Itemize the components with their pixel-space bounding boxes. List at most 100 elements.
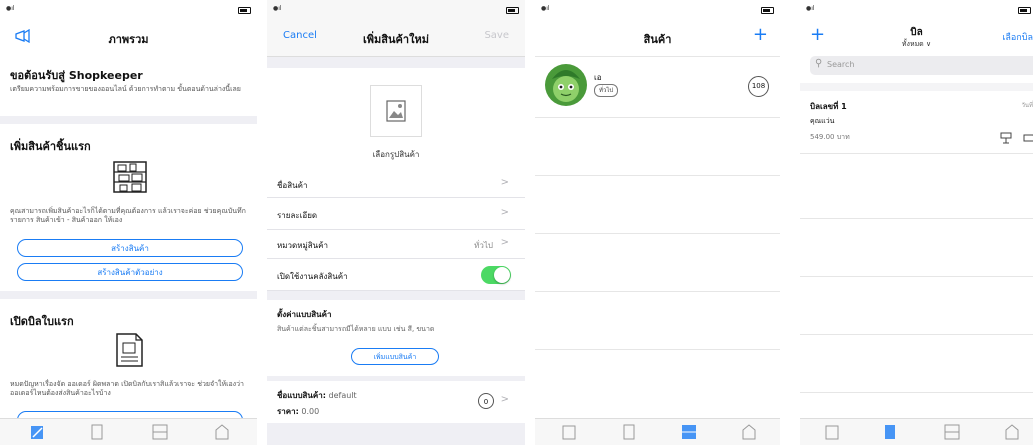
section-divider bbox=[0, 116, 257, 124]
enable-stock-row: เปิดใช้งานคลังสินค้า bbox=[267, 259, 525, 291]
select-bill-button[interactable]: เลือกบิล bbox=[1002, 30, 1033, 44]
product-category-tag: ทั่วไป bbox=[594, 84, 619, 97]
products-screen: ●ıl สินค้า + เอ ทั่วไป 108 bbox=[535, 0, 780, 445]
chevron-right-icon: > bbox=[500, 177, 509, 188]
add-product-button[interactable]: + bbox=[753, 24, 768, 45]
signal-icon: ●ıl bbox=[541, 5, 550, 12]
create-product-button[interactable]: สร้างสินค้า bbox=[17, 239, 243, 257]
signal-icon: ●ıl bbox=[273, 5, 282, 12]
page-title: บิล bbox=[910, 27, 923, 38]
list-separator bbox=[535, 233, 780, 234]
signal-icon: ●ıl bbox=[806, 5, 815, 12]
product-stock-count: 108 bbox=[748, 76, 769, 97]
category-label: หมวดหมู่สินค้า bbox=[277, 241, 328, 250]
variant-name-line: ชื่อแบบสินค้า: default bbox=[277, 389, 357, 402]
tab-bills-icon[interactable] bbox=[619, 422, 639, 442]
save-button[interactable]: Save bbox=[484, 30, 509, 41]
welcome-heading: ขอต้อนรับสู่ Shopkeeper bbox=[10, 69, 143, 82]
tab-bar bbox=[800, 418, 1033, 445]
product-name-row[interactable]: ชื่อสินค้า > bbox=[267, 170, 525, 198]
battery-icon bbox=[506, 7, 519, 14]
customer-name: คุณแว่น bbox=[810, 117, 835, 125]
variant-item-row[interactable]: ชื่อแบบสินค้า: default ราคา: 0.00 0 > bbox=[267, 381, 525, 423]
first-product-heading: เพิ่มสินค้าชิ้นแรก bbox=[10, 140, 91, 153]
variant-title: ตั้งค่าแบบสินค้า bbox=[277, 310, 332, 319]
tab-overview-icon[interactable] bbox=[822, 422, 842, 442]
details-label: รายละเอียด bbox=[277, 211, 318, 220]
price-label: ราคา: bbox=[277, 407, 299, 416]
page-title: ภาพรวม bbox=[108, 33, 149, 46]
tab-products-icon[interactable] bbox=[150, 422, 170, 442]
chevron-right-icon: > bbox=[500, 394, 509, 405]
battery-icon bbox=[238, 7, 251, 14]
delivery-icon bbox=[1022, 129, 1033, 148]
add-product-screen: ●ıl Cancel เพิ่มสินค้าใหม่ Save เลือกรูป… bbox=[267, 0, 525, 445]
product-avatar bbox=[544, 63, 588, 111]
first-bill-heading: เปิดบิลใบแรก bbox=[10, 315, 74, 328]
tab-more-icon[interactable] bbox=[212, 422, 232, 442]
search-icon: ⚲ bbox=[815, 58, 823, 69]
variant-section: ตั้งค่าแบบสินค้า สินค้าแต่ละชิ้นสามารถมี… bbox=[267, 300, 525, 376]
welcome-description: เตรียมความพร้อมการขายของออนไลน์ ด้วยการท… bbox=[10, 85, 241, 93]
list-separator bbox=[800, 334, 1033, 335]
list-separator bbox=[535, 175, 780, 176]
status-bar: ●ıl bbox=[541, 5, 774, 15]
status-bar: ●ıl bbox=[6, 5, 251, 15]
overview-screen: ●ıl ภาพรวม ขอต้อนรับสู่ Shopkeeper เตรีย… bbox=[0, 0, 257, 445]
bill-number: บิลเลขที่ 1 bbox=[810, 102, 847, 111]
tab-bar bbox=[0, 418, 257, 445]
add-product-navbar: Cancel เพิ่มสินค้าใหม่ Save bbox=[267, 18, 525, 56]
search-input[interactable]: Search bbox=[827, 60, 854, 69]
list-separator bbox=[535, 349, 780, 350]
variant-name-label: ชื่อแบบสินค้า: bbox=[277, 391, 326, 400]
battery-icon bbox=[1018, 7, 1031, 14]
list-separator bbox=[800, 218, 1033, 219]
bill-list-item[interactable]: บิลเลขที่ 1 วันที่ คุณแว่น 549.00 บาท bbox=[800, 91, 1033, 154]
bill-filter-dropdown[interactable]: ทั้งหมด ∨ bbox=[800, 39, 1033, 50]
search-bar[interactable]: ⚲ Search bbox=[810, 56, 1033, 75]
list-separator bbox=[800, 392, 1033, 393]
bills-navbar: + บิล ทั้งหมด ∨ เลือกบิล bbox=[800, 18, 1033, 56]
tab-overview-icon[interactable] bbox=[27, 422, 47, 442]
bill-amount: 549.00 บาท bbox=[810, 133, 850, 141]
price-value: 0.00 bbox=[301, 407, 320, 416]
product-name: เอ bbox=[594, 73, 602, 82]
details-row[interactable]: รายละเอียด > bbox=[267, 198, 525, 230]
first-bill-description: หมดปัญหาเรื่องจัด ออเดอร์ ผิดพลาด เปิดบิ… bbox=[10, 380, 244, 397]
tab-more-icon[interactable] bbox=[1002, 422, 1022, 442]
list-separator bbox=[800, 276, 1033, 277]
payment-icon bbox=[999, 129, 1013, 148]
tab-bills-icon[interactable] bbox=[87, 422, 107, 442]
add-variant-button[interactable]: เพิ่มแบบสินค้า bbox=[351, 348, 439, 365]
category-row[interactable]: หมวดหมู่สินค้า ทั่วไป > bbox=[267, 230, 525, 259]
list-separator bbox=[535, 291, 780, 292]
bills-screen: ●ıl + บิล ทั้งหมด ∨ เลือกบิล ⚲ Search บิ… bbox=[800, 0, 1033, 445]
product-shelf-icon bbox=[112, 158, 148, 198]
image-section: เลือกรูปสินค้า bbox=[267, 68, 525, 170]
tab-products-icon[interactable] bbox=[942, 422, 962, 442]
tab-bills-icon[interactable] bbox=[880, 422, 900, 442]
first-product-description: คุณสามารถเพิ่มสินค้าอะไรก็ได้ตามที่คุณต้… bbox=[10, 207, 246, 224]
variant-name-value: default bbox=[328, 391, 357, 400]
pick-image-label[interactable]: เลือกรูปสินค้า bbox=[267, 148, 525, 161]
variant-qty-badge: 0 bbox=[478, 393, 494, 409]
overview-navbar: ภาพรวม bbox=[0, 18, 257, 56]
receipt-icon bbox=[114, 333, 144, 371]
image-placeholder-icon[interactable] bbox=[370, 85, 422, 137]
tab-more-icon[interactable] bbox=[739, 422, 759, 442]
status-bar: ●ıl bbox=[806, 5, 1031, 15]
battery-icon bbox=[761, 7, 774, 14]
signal-icon: ●ıl bbox=[6, 5, 15, 12]
search-divider bbox=[800, 83, 1033, 91]
chevron-right-icon: > bbox=[500, 237, 509, 248]
section-divider bbox=[0, 291, 257, 299]
status-bar: ●ıl bbox=[273, 5, 519, 15]
category-value: ทั่วไป bbox=[474, 241, 493, 250]
tab-products-icon[interactable] bbox=[679, 422, 699, 442]
chevron-right-icon: > bbox=[500, 207, 509, 218]
bill-date: วันที่ bbox=[1021, 102, 1033, 109]
tab-overview-icon[interactable] bbox=[559, 422, 579, 442]
product-list-item[interactable]: เอ ทั่วไป 108 bbox=[535, 57, 780, 118]
enable-stock-toggle[interactable] bbox=[481, 266, 511, 284]
create-sample-product-button[interactable]: สร้างสินค้าตัวอย่าง bbox=[17, 263, 243, 281]
